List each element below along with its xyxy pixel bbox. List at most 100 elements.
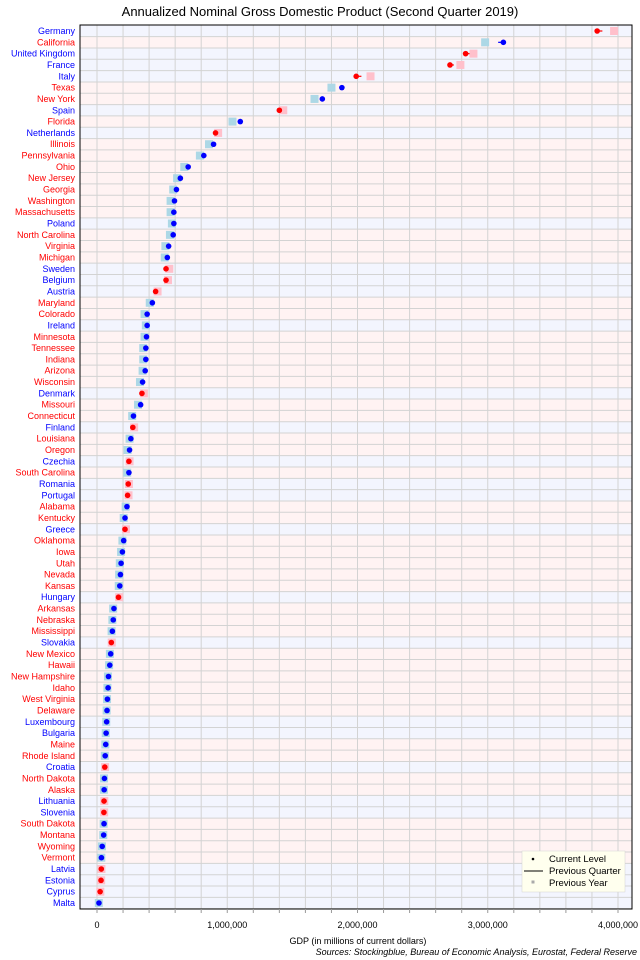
x-tick-label: 1,000,000 [207,920,247,930]
current-level-point [124,492,131,499]
row-background [80,308,632,320]
prev-year-marker [310,94,319,103]
row-background [80,761,632,773]
row-label: Arizona [44,366,75,376]
current-level-point [130,424,136,431]
row-background [80,670,632,683]
current-level-point [108,639,115,646]
current-level-point [163,266,169,272]
current-level-point [98,877,104,884]
current-level-point [101,798,107,804]
row-label: Croatia [46,762,75,772]
row-label: Czechia [42,456,75,466]
row-label: Kentucky [38,513,76,523]
row-label: France [47,60,75,70]
row-label: Arkansas [37,604,75,614]
row-background [80,36,632,48]
current-level-point [144,322,150,329]
prev-year-marker [469,49,478,58]
row-background [80,229,632,241]
row-label: Bulgaria [42,728,75,738]
row-label: West Virginia [22,694,75,704]
current-level-point [118,560,124,567]
current-level-point [143,333,150,340]
current-level-point [97,888,103,895]
current-level-point [210,141,217,148]
row-background [80,297,632,309]
row-background [80,772,632,785]
current-level-point [105,673,112,680]
current-level-point [126,469,132,476]
row-label: Pennsylvania [21,151,75,161]
current-level-point [126,447,133,453]
row-label: Ireland [47,320,75,330]
row-label: Estonia [45,875,75,885]
row-background [80,648,632,660]
row-background [80,421,632,434]
row-background [80,376,632,388]
row-label: Nevada [44,570,75,580]
row-background [80,818,632,830]
current-level-point [137,401,144,408]
row-label: Utah [56,558,75,568]
current-level-point [339,84,345,91]
row-label: Florida [47,117,75,127]
row-background [80,738,632,751]
current-level-point [98,866,105,872]
row-background [80,784,632,796]
row-background [80,387,632,400]
row-background [80,727,632,739]
current-level-point [171,198,178,204]
row-label: Poland [47,219,75,229]
row-label: Cyprus [46,887,75,897]
current-level-point [163,277,169,283]
row-background [80,750,632,762]
prev-year-marker [327,83,336,92]
current-level-point [462,50,469,57]
row-label: Michigan [39,252,75,262]
current-level-point [500,39,507,46]
row-label: Georgia [43,185,75,195]
row-background [80,59,632,71]
row-label: North Carolina [17,230,75,240]
row-label: Missouri [41,400,75,410]
current-level-point [107,651,114,657]
row-label: Delaware [37,705,75,715]
x-tick-label: 0 [94,920,99,930]
row-label: Greece [45,524,75,534]
row-label: Sweden [42,264,75,274]
current-level-point [103,730,109,736]
row-label: New Hampshire [11,672,75,682]
row-background [80,467,632,479]
row-background [80,512,632,524]
row-label: Slovenia [40,807,75,817]
prev-year-marker [610,27,619,35]
legend-current-marker [531,857,535,861]
legend-label-prev-year: Previous Year [549,878,608,889]
row-background [80,557,632,569]
row-background [80,433,632,445]
current-level-point [126,458,132,465]
current-level-point [104,707,110,714]
current-level-point [102,764,108,770]
prev-year-marker [456,60,465,69]
current-level-point [116,583,123,589]
row-background [80,93,632,105]
row-background [80,161,632,173]
current-level-point [447,62,453,68]
row-background [80,263,632,275]
row-background [80,319,632,332]
current-level-point [149,299,156,306]
current-level-point [319,96,326,102]
row-label: Belgium [42,275,75,285]
row-label: Maine [50,739,75,749]
legend-prev-year-marker [531,880,535,884]
row-label: Denmark [38,388,75,398]
row-label: Spain [52,105,75,115]
row-background [80,138,632,150]
row-background [80,693,632,705]
current-level-point [101,820,107,827]
current-level-point [103,719,110,725]
current-level-point [101,786,107,793]
row-background [80,455,632,467]
